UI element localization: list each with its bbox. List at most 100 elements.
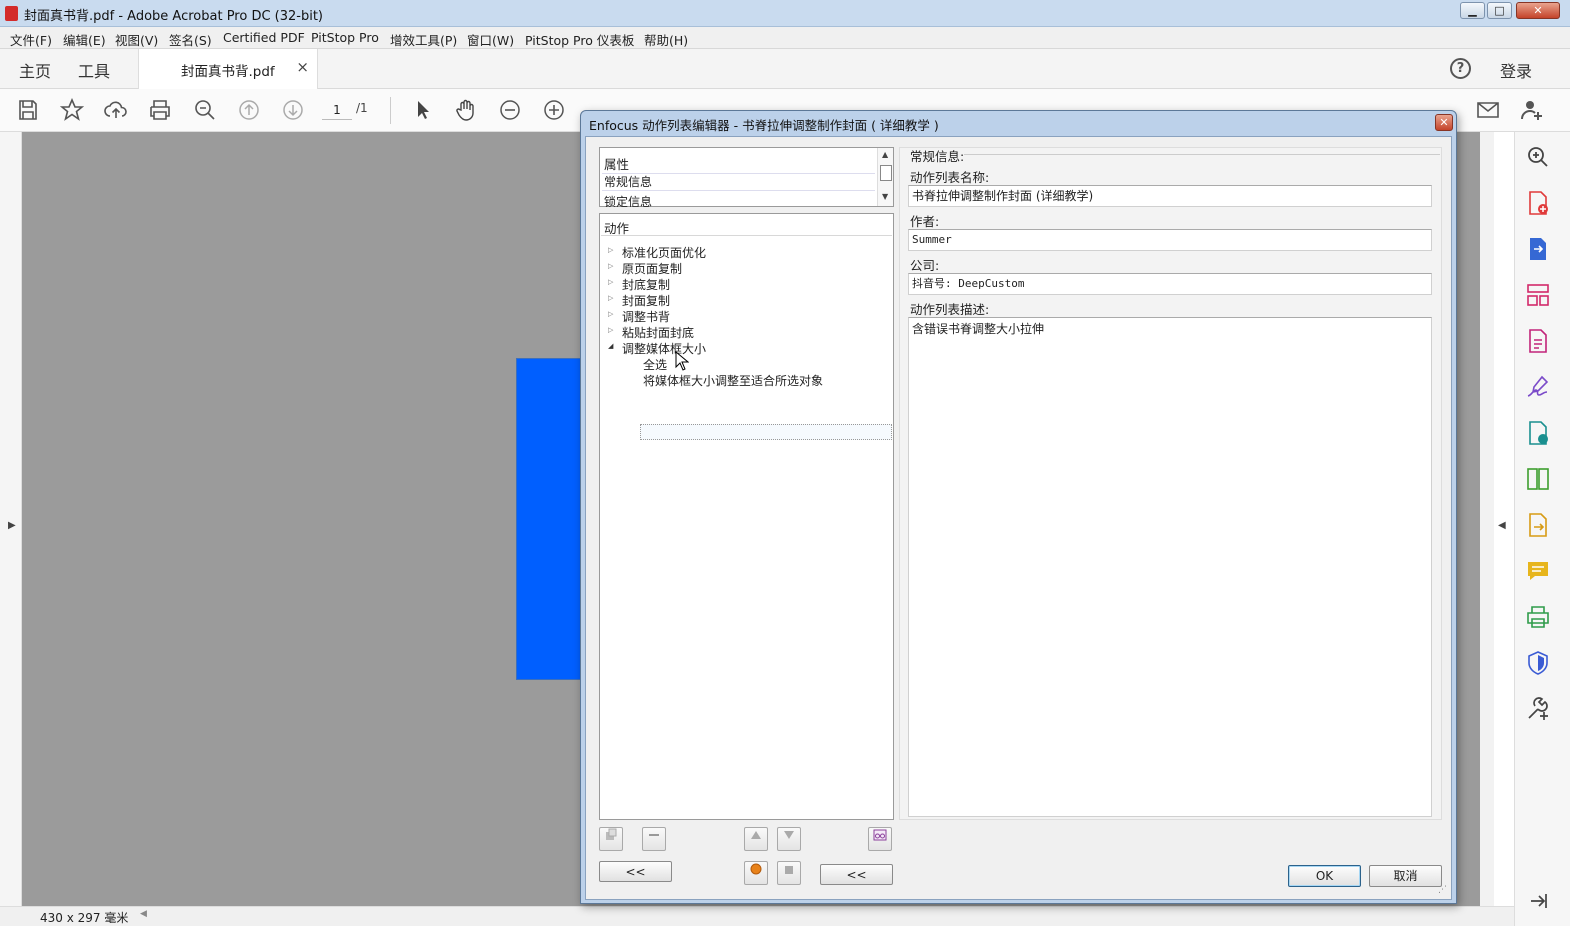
collapse-right-panel-icon[interactable]: ◀ [1498,520,1506,531]
menu-pitstop-pro[interactable]: PitStop Pro [311,30,379,45]
login-link[interactable]: 登录 [1500,58,1532,82]
action-group[interactable]: 调整书背 [622,308,670,325]
action-group[interactable]: 原页面复制 [622,260,682,277]
actions-tree[interactable]: 动作 ▷ 标准化页面优化 ▷ 原页面复制 ▷ 封底复制 ▷ 封面复制 ▷ 调整书… [599,213,894,820]
description-textarea[interactable]: 含错误书脊调整大小拉伸 [908,317,1432,817]
zoom-out-icon[interactable] [498,98,522,122]
scroll-down-icon[interactable]: ▼ [882,192,888,201]
fill-sign-icon[interactable] [1525,374,1551,400]
scroll-left-icon[interactable]: ◀ [140,909,147,919]
protect-shield-icon[interactable] [1525,650,1551,676]
blue-page-content [516,358,586,680]
select-arrow-icon[interactable] [411,98,435,122]
tab-document[interactable]: 封面真书背.pdf × [138,49,318,89]
menu-view[interactable]: 视图(V) [115,30,158,49]
export-pdf-icon[interactable] [1525,236,1551,262]
close-tab-icon[interactable]: × [296,58,309,76]
inspect-glasses-icon[interactable] [868,827,892,851]
save-icon[interactable] [16,98,40,122]
expand-arrow-icon[interactable]: ▷ [608,310,613,318]
cancel-button[interactable]: 取消 [1369,865,1442,887]
collapse-tools-icon[interactable] [1525,888,1551,914]
action-group[interactable]: 粘贴封面封底 [622,324,694,341]
page-number-input[interactable]: 1 [322,100,352,120]
create-pdf-icon[interactable] [1525,190,1551,216]
acrobat-app-icon [5,6,18,21]
maximize-button[interactable]: □ [1487,2,1512,19]
tab-home[interactable]: 主页 [19,58,51,82]
expand-left-panel-icon[interactable]: ▶ [8,520,16,531]
add-user-icon[interactable] [1520,98,1544,122]
upload-cloud-icon[interactable] [104,98,128,122]
collapse-left-button[interactable]: << [599,861,672,882]
close-window-button[interactable]: ✕ [1516,2,1560,19]
send-for-review-icon[interactable] [1525,420,1551,446]
hand-tool-icon[interactable] [454,98,478,122]
menu-plugins[interactable]: 增效工具(P) [390,30,457,49]
prev-page-icon[interactable] [237,98,261,122]
menu-help[interactable]: 帮助(H) [644,30,688,49]
zoom-in-icon[interactable] [542,98,566,122]
add-action-icon[interactable] [599,827,623,851]
action-group[interactable]: 封底复制 [622,276,670,293]
menu-certified-pdf[interactable]: Certified PDF [223,30,305,45]
ok-button[interactable]: OK [1288,865,1361,887]
scroll-up-icon[interactable]: ▲ [882,150,888,159]
action-group[interactable]: 封面复制 [622,292,670,309]
expand-arrow-icon[interactable]: ▷ [608,246,613,254]
search-zoom-icon[interactable] [193,98,217,122]
more-tools-icon[interactable] [1525,696,1551,722]
minimize-button[interactable]: ▁ [1460,2,1485,19]
move-up-icon[interactable] [744,827,768,851]
export-file-icon[interactable] [1525,512,1551,538]
collapse-arrow-icon[interactable]: ◢ [608,342,613,350]
remove-action-icon[interactable] [642,827,666,851]
print-icon[interactable] [148,98,172,122]
menu-pitstop-dashboard[interactable]: PitStop Pro 仪表板 [525,30,634,49]
company-input[interactable]: 抖音号: DeepCustom [908,273,1432,295]
right-tools-panel [1514,132,1570,926]
menu-sign[interactable]: 签名(S) [169,30,212,49]
move-down-icon[interactable] [777,827,801,851]
menu-edit[interactable]: 编辑(E) [63,30,106,49]
compare-files-icon[interactable] [1525,466,1551,492]
properties-scrollbar[interactable]: ▲ ▼ [877,148,893,206]
property-item-lock[interactable]: 锁定信息 [604,193,652,207]
tab-tools[interactable]: 工具 [78,58,110,82]
collapse-right-button[interactable]: << [820,864,893,885]
next-page-icon[interactable] [281,98,305,122]
record-icon[interactable] [744,861,768,885]
toolbar-divider [390,97,391,124]
zoom-search-icon[interactable] [1525,144,1551,170]
properties-list[interactable]: 属性 常规信息 锁定信息 ▲ ▼ [599,147,894,207]
expand-arrow-icon[interactable]: ▷ [608,278,613,286]
section-divider [964,154,1440,155]
expand-arrow-icon[interactable]: ▷ [608,294,613,302]
action-item-resize-mediabox[interactable]: 将媒体框大小调整至适合所选对象 [643,372,823,389]
scroll-thumb[interactable] [880,165,892,181]
comment-icon[interactable] [1525,558,1551,584]
document-vertical-scrollbar[interactable] [1480,132,1494,906]
author-input[interactable]: Summer [908,229,1432,251]
help-icon[interactable]: ? [1450,58,1471,79]
action-group[interactable]: 标准化页面优化 [622,244,706,261]
email-icon[interactable] [1476,98,1500,122]
print-production-icon[interactable] [1525,604,1551,630]
expand-arrow-icon[interactable]: ▷ [608,326,613,334]
star-icon[interactable] [59,97,85,122]
tab-bar: 主页 工具 封面真书背.pdf × ? 登录 [0,49,1570,89]
property-item-general[interactable]: 常规信息 [602,173,875,191]
menu-file[interactable]: 文件(F) [10,30,52,49]
actions-header-divider [601,235,892,236]
status-bar: 430 x 297 毫米 ◀ [0,906,1514,926]
edit-pdf-icon[interactable] [1525,328,1551,354]
action-group-expanded[interactable]: 调整媒体框大小 [622,340,706,357]
action-item-select-all[interactable]: 全选 [643,356,667,373]
stop-icon[interactable] [777,861,801,885]
organize-pages-icon[interactable] [1525,282,1551,308]
expand-arrow-icon[interactable]: ▷ [608,262,613,270]
action-list-name-input[interactable]: 书脊拉伸调整制作封面 (详细教学) [908,185,1432,207]
menu-window[interactable]: 窗口(W) [467,30,514,49]
resize-grip-icon[interactable]: ⋰ [1438,885,1447,895]
dialog-close-button[interactable]: ✕ [1435,114,1453,131]
